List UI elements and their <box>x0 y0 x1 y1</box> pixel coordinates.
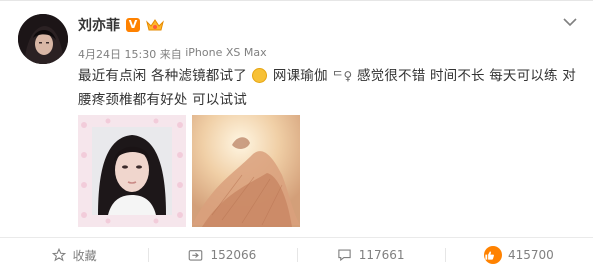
action-bar: 收藏 152066 117661 415700 <box>0 238 593 272</box>
star-icon <box>51 248 66 262</box>
author-name[interactable]: 刘亦菲 <box>78 15 120 35</box>
post-content: 最近有点闲 各种滤镜都试了 网课瑜伽 ᄃ♀ 感觉很不错 时间不长 每天可以练 对… <box>78 64 578 112</box>
avatar[interactable] <box>18 14 68 64</box>
like-count: 415700 <box>507 248 554 262</box>
verified-badge-icon: V <box>126 18 140 32</box>
source-label-prefix: 来自 <box>159 48 182 61</box>
comment-count: 117661 <box>358 248 405 262</box>
comment-button[interactable]: 117661 <box>296 238 445 272</box>
thumbs-up-icon <box>483 246 502 264</box>
emoji-icon <box>252 68 268 83</box>
weibo-post-card: 刘亦菲 V 4月24日 15:30 来自 iPhone XS Max 最近有点闲… <box>0 0 593 271</box>
chevron-down-icon[interactable] <box>563 17 577 27</box>
favorite-button[interactable]: 收藏 <box>0 238 148 272</box>
crown-badge-icon <box>146 19 164 31</box>
repost-icon <box>189 250 203 261</box>
author-row: 刘亦菲 V <box>78 15 165 35</box>
photo-2[interactable] <box>192 115 300 227</box>
comment-icon <box>338 249 351 262</box>
favorite-label: 收藏 <box>72 248 97 263</box>
content-part1: 最近有点闲 各种滤镜都试了 <box>78 68 247 84</box>
post-meta: 4月24日 15:30 来自 iPhone XS Max <box>78 46 267 62</box>
repost-button[interactable]: 152066 <box>148 238 296 272</box>
photo-grid <box>78 115 300 227</box>
post-timestamp[interactable]: 4月24日 15:30 <box>78 46 156 62</box>
post-source[interactable]: iPhone XS Max <box>185 46 266 62</box>
content-part2: 网课瑜伽 <box>272 68 328 84</box>
like-button[interactable]: 415700 <box>444 238 593 272</box>
woman-emoji-icon: ᄃ♀ <box>332 69 353 83</box>
repost-count: 152066 <box>210 248 257 262</box>
photo-1[interactable] <box>78 115 186 227</box>
